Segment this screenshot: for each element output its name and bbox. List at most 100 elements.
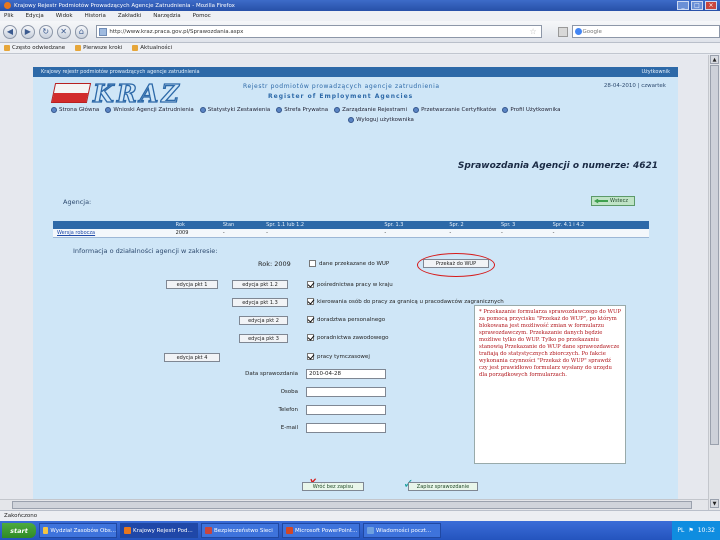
edit-pkt13-button[interactable]: edycja pkt 1.3 [232,298,288,307]
check-doradztwo[interactable] [307,316,314,323]
check-zagranica[interactable] [307,298,314,305]
table-header [53,221,172,229]
window-controls: _ □ × [677,1,717,10]
scroll-down-icon[interactable]: ▼ [710,499,719,508]
main-nav: Strona Główna Wnioski Agencji Zatrudnien… [51,107,671,127]
wup-checkbox[interactable] [309,260,316,267]
table-cell: - [548,229,649,238]
check-posrednictwo[interactable] [307,281,314,288]
email-field[interactable] [306,423,386,433]
status-bar: Zakończono [0,510,720,521]
mail-icon [367,527,374,534]
nav-applications[interactable]: Wnioski Agencji Zatrudnienia [105,107,194,113]
minimize-button[interactable]: _ [677,1,689,10]
table-cell: - [496,229,549,238]
back-icon[interactable]: ◀ [3,24,17,39]
edit-pkt2-button[interactable]: edycja pkt 2 [239,316,288,325]
menu-edit[interactable]: Edycja [26,13,44,19]
table-cell: - [380,229,446,238]
wup-checkbox-row: dane przekazane do WUP [309,260,389,267]
bookmark-most-visited[interactable]: Często odwiedzane [4,45,65,51]
kraz-logo: KRAZ [50,78,253,109]
date-info: 28-04-2010 | czwartek [603,83,666,89]
check-praca-tymczasowa[interactable] [307,353,314,360]
info-section-label: Informacja o działalności agencji w zakr… [73,247,218,255]
bookmark-news[interactable]: Aktualności [132,45,172,51]
task-item[interactable]: Bezpieczeństwo Sieci [201,523,279,538]
search-input[interactable]: Google [571,25,720,38]
table-header: Rok [171,221,219,229]
wup-checkbox-label: dane przekazane do WUP [319,260,390,267]
draft-link[interactable]: Wersja robocza [53,229,172,238]
app-subtitle-en: Register of Employment Agencies [268,93,414,100]
menu-history[interactable]: Historia [85,13,106,19]
back-button[interactable]: Wstecz [591,196,635,206]
task-item[interactable]: Microsoft PowerPoint... [282,523,360,538]
task-item-active[interactable]: Krajowy Rejestr Pod... [120,523,198,538]
close-button[interactable]: × [705,1,717,10]
horizontal-scrollbar[interactable] [0,499,708,510]
status-text: Zakończono [4,513,38,519]
osoba-label: Osoba [280,389,298,395]
system-tray: PL ⚑ 10:32 [672,521,720,540]
menu-file[interactable]: Plik [4,13,14,19]
home-icon[interactable]: ⌂ [74,24,89,39]
maximize-button[interactable]: □ [691,1,703,10]
menu-help[interactable]: Pomoc [193,13,211,19]
nav-statistics[interactable]: Statystyki Zestawienia [199,107,270,113]
table-header: Spr. 1.1 lub 1.2 [262,221,381,229]
edit-pkt4-button[interactable]: edycja pkt 4 [164,353,220,362]
table-cell: - [445,229,497,238]
menu-bar: Plik Edycja Widok Historia Zakładki Narz… [0,11,720,21]
edit-pkt3-button[interactable]: edycja pkt 3 [239,334,288,343]
email-label: E-mail [280,425,298,431]
menu-tools[interactable]: Narzędzia [153,13,180,19]
check-posrednictwo-row: pośrednictwa pracy w kraju [307,281,393,288]
window-title: Krajowy Rejestr Podmiotów Prowadzących A… [14,2,235,9]
menu-view[interactable]: Widok [56,13,73,19]
reload-icon[interactable]: ↻ [38,24,53,39]
task-item[interactable]: Wiadomości poczt... [363,523,441,538]
scroll-thumb[interactable] [710,65,719,445]
agency-label: Agencja: [63,198,92,206]
language-icon[interactable]: PL [677,527,684,534]
date-label: Data sprawozdania [245,371,298,377]
url-bar[interactable]: http://www.kraz.praca.gov.pl/Sprawozdani… [96,25,542,38]
hscroll-thumb[interactable] [12,501,692,509]
nav-private-zone[interactable]: Strefa Prywatna [276,107,328,113]
table-cell: - [262,229,381,238]
vertical-scrollbar[interactable]: ▲ ▼ [708,55,720,510]
date-field[interactable]: 2010-04-28 [306,369,386,379]
search-engine-icon[interactable] [557,26,568,37]
nav-profile[interactable]: Profil Użytkownika [502,107,560,113]
bookmark-getting-started[interactable]: Pierwsze kroki [75,45,122,51]
start-button[interactable]: start [2,523,36,538]
reports-table: Rok Stan Spr. 1.1 lub 1.2 Spr. 1.3 Spr. … [53,221,649,238]
scroll-up-icon[interactable]: ▲ [710,55,719,64]
main-nav-row2: Wyloguj użytkownika [91,117,671,123]
table-header: Stan [218,221,263,229]
nav-bullet-icon [51,107,57,113]
menu-bookmarks[interactable]: Zakładki [118,13,141,19]
nav-bullet-icon [413,107,420,113]
telefon-field[interactable] [306,405,386,415]
year-label: Rok: 2009 [258,260,291,268]
nav-certificates[interactable]: Przetwarzanie Certyfikatów [413,107,496,113]
nav-registers[interactable]: Zarządzanie Rejestrami [334,107,407,113]
save-report-button[interactable]: Zapisz sprawozdanie [408,482,478,491]
nav-logout[interactable]: Wyloguj użytkownika [348,117,414,123]
network-icon[interactable]: ⚑ [688,527,693,534]
edit-pkt12-button[interactable]: edycja pkt 1.2 [232,280,288,289]
forward-icon[interactable]: ▶ [20,24,35,39]
nav-bullet-icon [199,107,206,113]
nav-home[interactable]: Strona Główna [51,107,99,113]
edit-pkt1-button[interactable]: edycja pkt 1 [166,280,218,289]
nav-bullet-icon [502,107,509,113]
osoba-field[interactable] [306,387,386,397]
stop-icon[interactable]: ✕ [56,24,71,39]
check-poradnictwo[interactable] [307,334,314,341]
bookmark-star-icon[interactable]: ☆ [529,27,536,36]
cancel-button[interactable]: Wróć bez zapisu [302,482,364,491]
task-item[interactable]: Wydział Zasobów Obs... [39,523,117,538]
firefox-icon [4,2,11,9]
